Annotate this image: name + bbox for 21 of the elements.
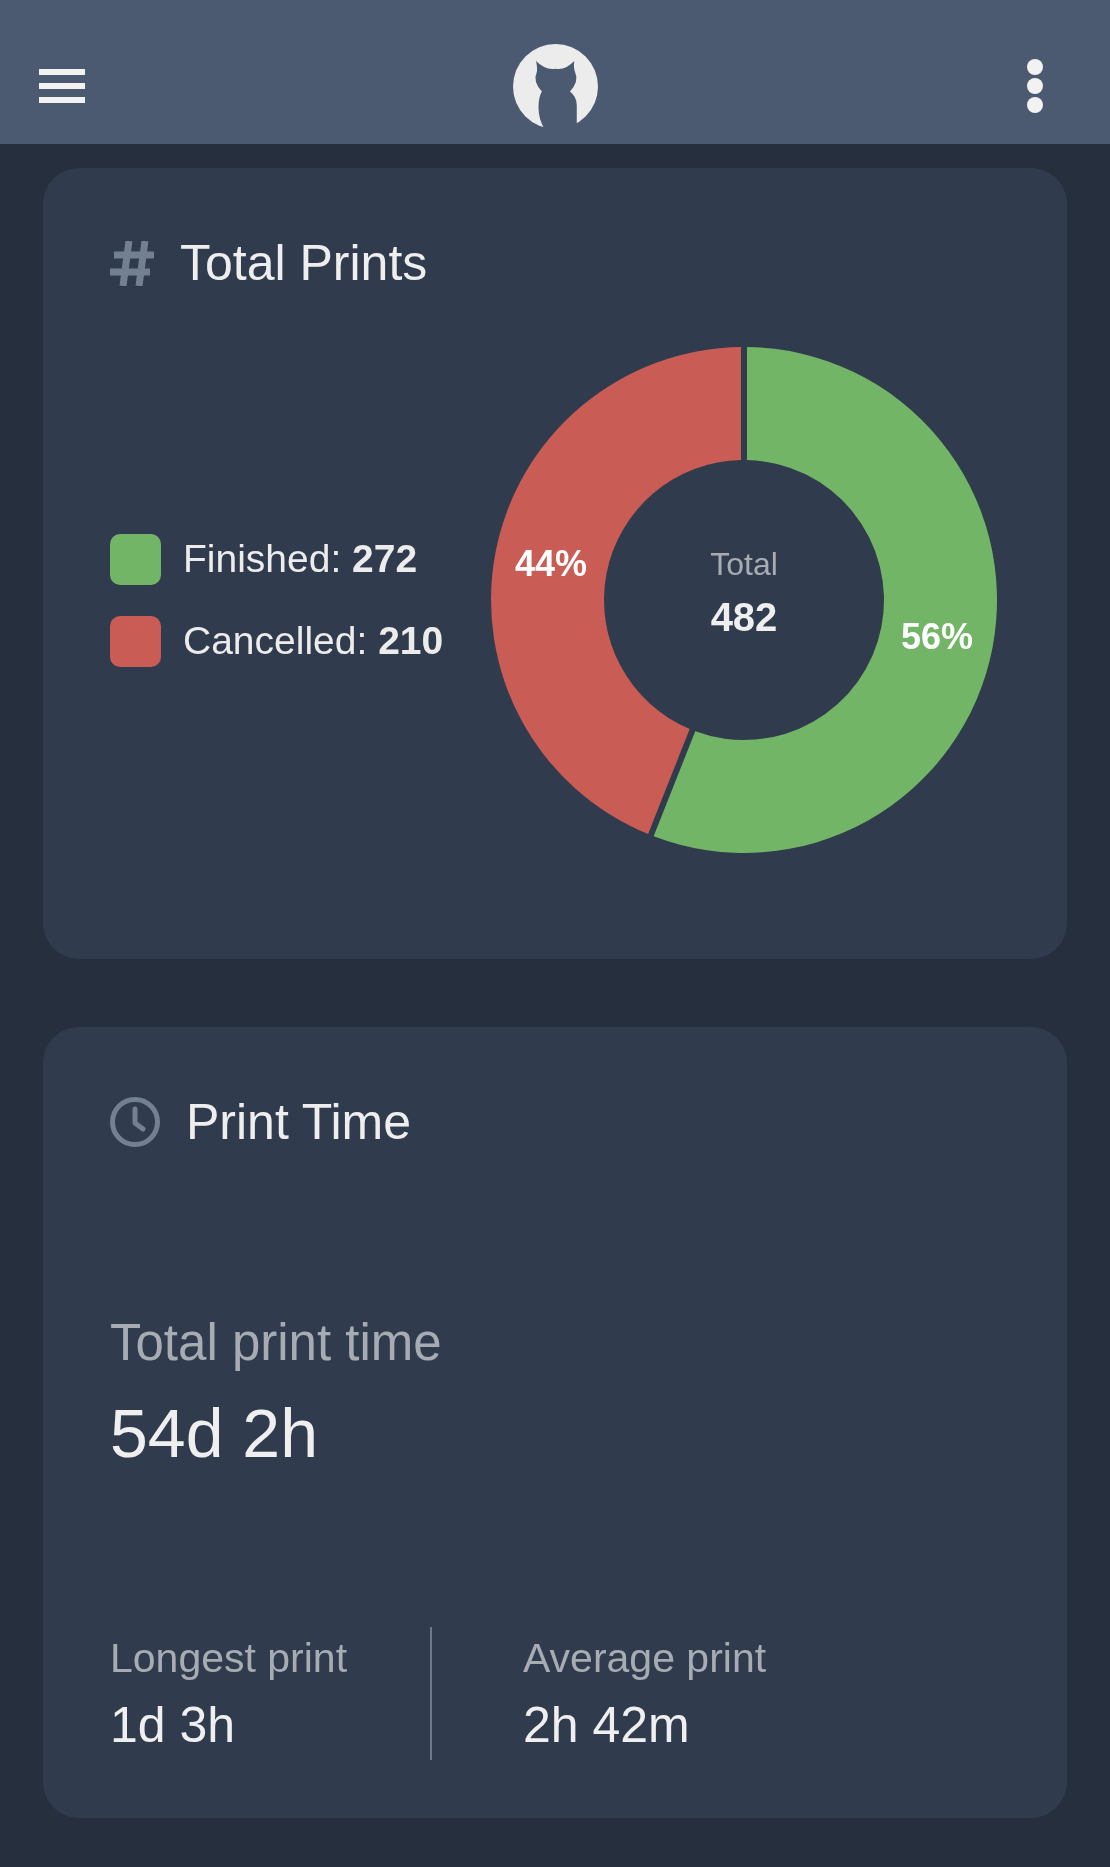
- stat-value: 2h 42m: [523, 1696, 690, 1754]
- more-options-button[interactable]: [1027, 59, 1043, 113]
- menu-icon: [39, 69, 85, 103]
- hash-icon: [110, 240, 154, 286]
- card-title: Print Time: [186, 1094, 412, 1150]
- legend-label: Finished: 272: [183, 536, 418, 582]
- stat-label: Longest print: [110, 1634, 348, 1682]
- total-print-time-value: 54d 2h: [110, 1394, 318, 1473]
- total-print-time-label: Total print time: [110, 1313, 442, 1373]
- menu-button[interactable]: [39, 69, 85, 103]
- clock-icon: [110, 1097, 160, 1147]
- more-options-icon: [1027, 59, 1043, 113]
- chart-center-value: 482: [710, 595, 778, 639]
- stat-label: Average print: [523, 1634, 767, 1682]
- stat-value: 1d 3h: [110, 1696, 236, 1754]
- card-title: Total Prints: [180, 235, 428, 291]
- slice-percent-label: 44%: [514, 542, 588, 584]
- slice-percent-label: 56%: [900, 616, 974, 658]
- legend-label: Cancelled: 210: [183, 618, 444, 664]
- logo-icon: [512, 43, 598, 129]
- chart-center-label: Total: [710, 546, 778, 582]
